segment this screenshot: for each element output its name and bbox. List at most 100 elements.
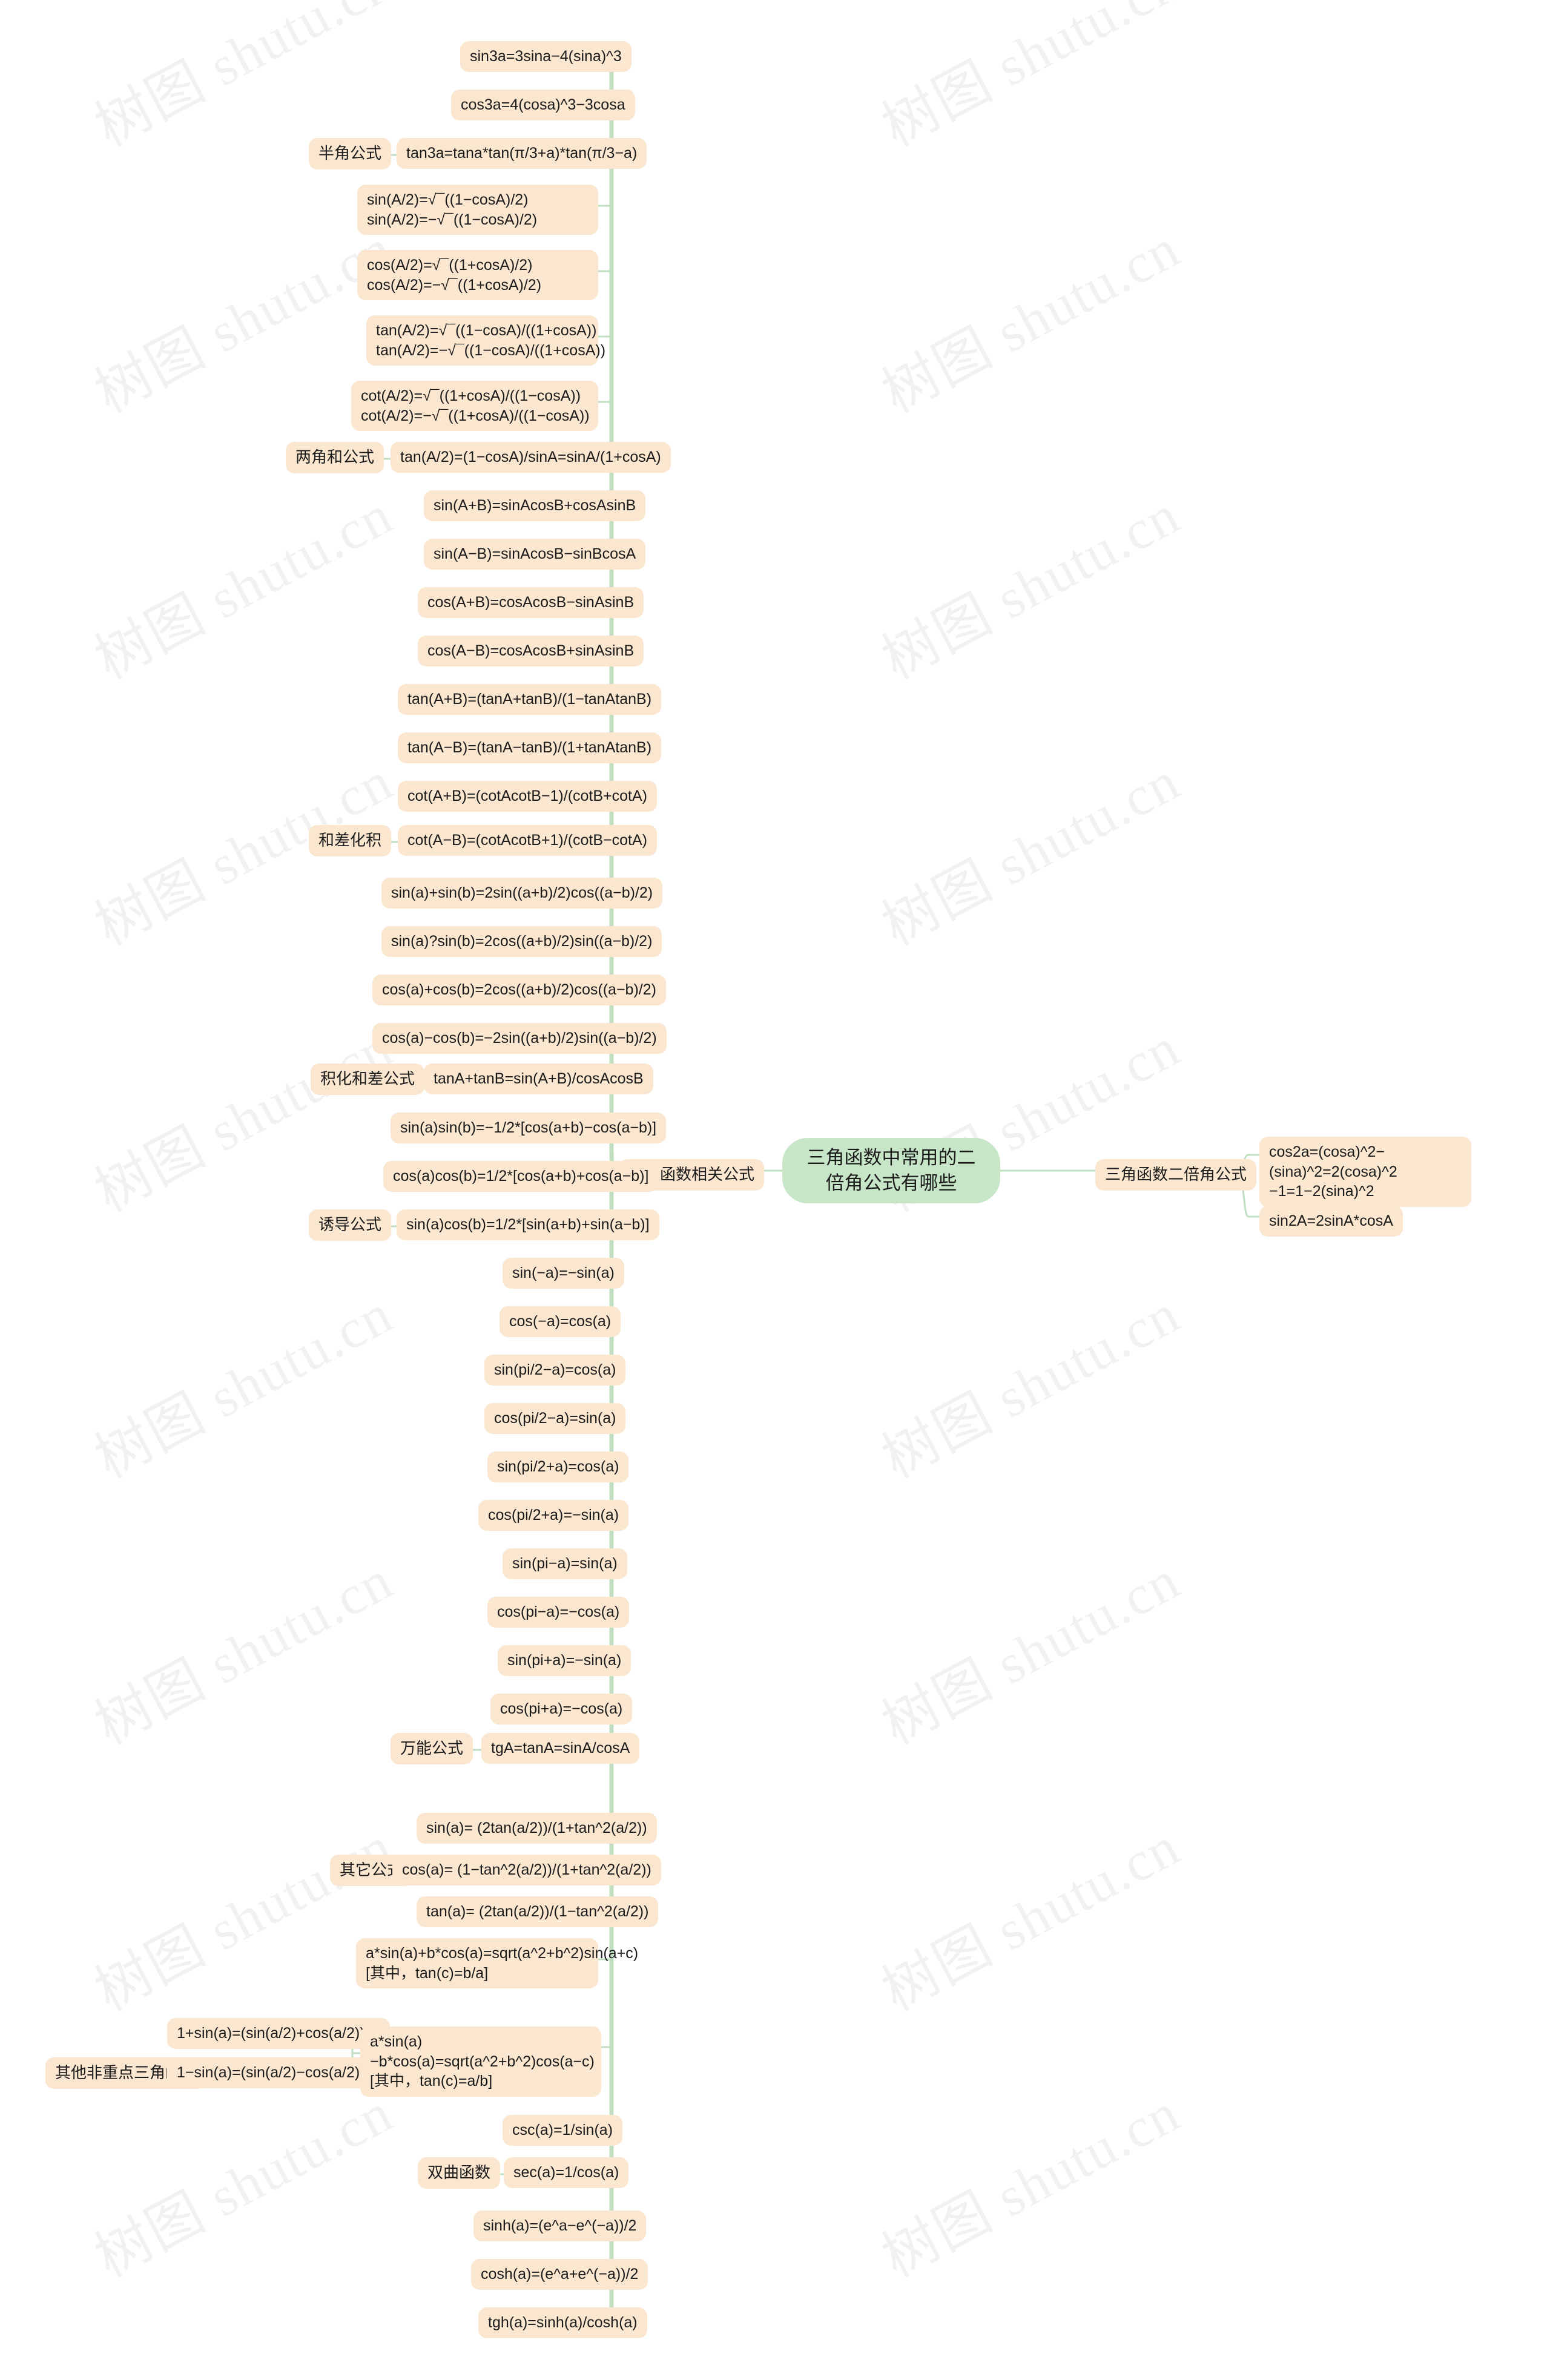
category-sum-angle[interactable]: 两角和公式 bbox=[286, 442, 384, 473]
formula-node[interactable]: csc(a)=1/sin(a) bbox=[503, 2115, 623, 2146]
formula-node[interactable]: sin(pi+a)=−sin(a) bbox=[498, 1645, 632, 1676]
formula-node[interactable]: a*sin(a)−b*cos(a)=sqrt(a^2+b^2)cos(a−c) … bbox=[360, 2027, 601, 2097]
formula-text: sin(a)+sin(b)=2sin((a+b)/2)cos((a−b)/2) bbox=[391, 884, 653, 901]
category-label: 两角和公式 bbox=[295, 448, 375, 466]
category-product-to-sum[interactable]: 积化和差公式 bbox=[311, 1063, 425, 1095]
formula-text: cot(A/2)=√¯((1+cosA)/((1−cosA)) cot(A/2)… bbox=[361, 387, 590, 424]
formula-node[interactable]: sin(−a)=−sin(a) bbox=[503, 1258, 624, 1289]
formula-node[interactable]: cos(A−B)=cosAcosB+sinAsinB bbox=[418, 636, 644, 666]
formula-node[interactable]: cos(A+B)=cosAcosB−sinAsinB bbox=[418, 587, 644, 618]
category-universal[interactable]: 万能公式 bbox=[391, 1733, 473, 1764]
formula-node[interactable]: sin(pi/2+a)=cos(a) bbox=[487, 1451, 629, 1482]
formula-text: cos2a=(cosa)^2−(sina)^2=2(cosa)^2 −1=1−2… bbox=[1269, 1143, 1397, 1200]
formula-node[interactable]: sin(pi/2−a)=cos(a) bbox=[484, 1355, 626, 1386]
formula-node[interactable]: sin(a)+sin(b)=2sin((a+b)/2)cos((a−b)/2) bbox=[381, 878, 663, 909]
formula-text: sin(pi/2−a)=cos(a) bbox=[494, 1361, 616, 1378]
formula-node[interactable]: tan(A/2)=√¯((1−cosA)/((1+cosA)) tan(A/2)… bbox=[366, 315, 605, 366]
formula-node[interactable]: cos(pi−a)=−cos(a) bbox=[487, 1597, 630, 1628]
formula-text: cos(pi−a)=−cos(a) bbox=[497, 1603, 620, 1620]
formula-text: tan(A/2)=√¯((1−cosA)/((1+cosA)) tan(A/2)… bbox=[376, 322, 606, 359]
formula-text: tan(A+B)=(tanA+tanB)/(1−tanAtanB) bbox=[407, 691, 652, 708]
formula-node[interactable]: cos(pi/2+a)=−sin(a) bbox=[478, 1500, 629, 1531]
formula-node[interactable]: tanA+tanB=sin(A+B)/cosAcosB bbox=[424, 1063, 653, 1094]
formula-node[interactable]: cos(pi/2−a)=sin(a) bbox=[484, 1403, 626, 1434]
formula-text: tan3a=tana*tan(π/3+a)*tan(π/3−a) bbox=[406, 145, 638, 162]
formula-node[interactable]: cos(a)+cos(b)=2cos((a+b)/2)cos((a−b)/2) bbox=[372, 975, 666, 1005]
category-sum-to-product[interactable]: 和差化积 bbox=[309, 825, 392, 856]
formula-text: tgA=tanA=sinA/cosA bbox=[491, 1740, 630, 1757]
formula-node[interactable]: sin(A+B)=sinAcosB+cosAsinB bbox=[424, 490, 646, 521]
formula-text: cos(A−B)=cosAcosB+sinAsinB bbox=[427, 642, 635, 659]
formula-node[interactable]: cosh(a)=(e^a+e^(−a))/2 bbox=[471, 2259, 648, 2290]
formula-text: sin(pi/2+a)=cos(a) bbox=[497, 1458, 619, 1475]
formula-text: tgh(a)=sinh(a)/cosh(a) bbox=[488, 2314, 638, 2331]
formula-node[interactable]: cos(pi+a)=−cos(a) bbox=[490, 1694, 633, 1724]
formula-text: sin(a)?sin(b)=2cos((a+b)/2)sin((a−b)/2) bbox=[391, 933, 653, 950]
formula-node[interactable]: cot(A−B)=(cotAcotB+1)/(cotB−cotA) bbox=[398, 825, 657, 856]
formula-text: sin2A=2sinA*cosA bbox=[1269, 1212, 1393, 1229]
category-label: 积化和差公式 bbox=[320, 1070, 415, 1088]
formula-text: sin(pi−a)=sin(a) bbox=[512, 1555, 618, 1572]
root-node[interactable]: 三角函数中常用的二倍角公式有哪些 bbox=[782, 1138, 1000, 1203]
formula-node[interactable]: sin(A−B)=sinAcosB−sinBcosA bbox=[424, 539, 646, 570]
formula-text: sin(A−B)=sinAcosB−sinBcosA bbox=[434, 545, 636, 562]
category-half-angle[interactable]: 半角公式 bbox=[309, 138, 392, 169]
formula-text: tan(A/2)=(1−cosA)/sinA=sinA/(1+cosA) bbox=[400, 449, 661, 465]
category-hyperbolic[interactable]: 双曲函数 bbox=[418, 2157, 501, 2189]
formula-node[interactable]: sin(A/2)=√¯((1−cosA)/2) sin(A/2)=−√¯((1−… bbox=[357, 185, 598, 235]
formula-node[interactable]: cos(a)cos(b)=1/2*[cos(a+b)+cos(a−b)] bbox=[383, 1161, 659, 1192]
formula-node[interactable]: cos3a=4(cosa)^3−3cosa bbox=[451, 90, 635, 120]
formula-node[interactable]: sin3a=3sina−4(sina)^3 bbox=[460, 41, 632, 72]
formula-node[interactable]: cos(a)= (1−tan^2(a/2))/(1+tan^2(a/2)) bbox=[392, 1855, 661, 1885]
category-label: 诱导公式 bbox=[318, 1215, 382, 1234]
formula-text: cos(a)+cos(b)=2cos((a+b)/2)cos((a−b)/2) bbox=[382, 981, 656, 998]
formula-text: sin(a)sin(b)=−1/2*[cos(a+b)−cos(a−b)] bbox=[400, 1119, 657, 1136]
formula-text: 1−sin(a)=(sin(a/2)−cos(a/2))^2 bbox=[177, 2064, 381, 2081]
formula-node[interactable]: a*sin(a)+b*cos(a)=sqrt(a^2+b^2)sin(a+c) … bbox=[356, 1938, 638, 1988]
formula-text: cos3a=4(cosa)^3−3cosa bbox=[461, 96, 625, 113]
category-label: 半角公式 bbox=[318, 144, 382, 162]
formula-node[interactable]: tan(A−B)=(tanA−tanB)/(1+tanAtanB) bbox=[398, 732, 662, 763]
formula-text: cosh(a)=(e^a+e^(−a))/2 bbox=[481, 2266, 639, 2283]
category-label: 万能公式 bbox=[400, 1739, 464, 1757]
category-label: 和差化积 bbox=[318, 831, 382, 849]
formula-text: sin(A/2)=√¯((1−cosA)/2) sin(A/2)=−√¯((1−… bbox=[367, 191, 538, 228]
formula-text: sin(pi+a)=−sin(a) bbox=[507, 1652, 622, 1669]
formula-text: cos(A/2)=√¯((1+cosA)/2) cos(A/2)=−√¯((1+… bbox=[367, 257, 542, 294]
category-induction[interactable]: 诱导公式 bbox=[309, 1209, 392, 1241]
formula-node[interactable]: tan(A/2)=(1−cosA)/sinA=sinA/(1+cosA) bbox=[391, 442, 671, 473]
formula-text: sinh(a)=(e^a−e^(−a))/2 bbox=[483, 2217, 637, 2234]
formula-node[interactable]: cos(A/2)=√¯((1+cosA)/2) cos(A/2)=−√¯((1+… bbox=[357, 250, 598, 300]
formula-text: sec(a)=1/cos(a) bbox=[513, 2164, 619, 2181]
formula-node-sin2A[interactable]: sin2A=2sinA*cosA bbox=[1259, 1206, 1403, 1237]
formula-text: sin(−a)=−sin(a) bbox=[512, 1264, 615, 1281]
formula-node[interactable]: 1+sin(a)=(sin(a/2)+cos(a/2))^2 bbox=[167, 2018, 391, 2049]
formula-node[interactable]: tan(A+B)=(tanA+tanB)/(1−tanAtanB) bbox=[398, 684, 662, 715]
formula-text: cos(A+B)=cosAcosB−sinAsinB bbox=[427, 594, 635, 611]
formula-text: cot(A+B)=(cotAcotB−1)/(cotB+cotA) bbox=[407, 787, 647, 804]
formula-text: sin3a=3sina−4(sina)^3 bbox=[470, 48, 622, 65]
formula-node[interactable]: sin(pi−a)=sin(a) bbox=[503, 1548, 627, 1579]
formula-node-cos2a[interactable]: cos2a=(cosa)^2−(sina)^2=2(cosa)^2 −1=1−2… bbox=[1259, 1137, 1471, 1207]
formula-node[interactable]: cos(−a)=cos(a) bbox=[500, 1306, 621, 1337]
formula-node[interactable]: sec(a)=1/cos(a) bbox=[504, 2157, 629, 2188]
formula-node[interactable]: tgh(a)=sinh(a)/cosh(a) bbox=[478, 2307, 647, 2338]
formula-text: a*sin(a)+b*cos(a)=sqrt(a^2+b^2)sin(a+c) … bbox=[366, 1945, 639, 1982]
formula-node[interactable]: tgA=tanA=sinA/cosA bbox=[481, 1733, 640, 1764]
formula-node[interactable]: sin(a)cos(b)=1/2*[sin(a+b)+sin(a−b)] bbox=[397, 1209, 659, 1240]
formula-node[interactable]: sin(a)sin(b)=−1/2*[cos(a+b)−cos(a−b)] bbox=[391, 1113, 667, 1143]
formula-node[interactable]: sinh(a)=(e^a−e^(−a))/2 bbox=[473, 2211, 647, 2241]
formula-text: csc(a)=1/sin(a) bbox=[512, 2122, 613, 2138]
branch-right[interactable]: 三角函数二倍角公式 bbox=[1095, 1159, 1257, 1191]
formula-node[interactable]: 1−sin(a)=(sin(a/2)−cos(a/2))^2 bbox=[167, 2057, 391, 2088]
root-label: 三角函数中常用的二倍角公式有哪些 bbox=[806, 1146, 976, 1194]
formula-node[interactable]: tan3a=tana*tan(π/3+a)*tan(π/3−a) bbox=[397, 138, 647, 169]
formula-node[interactable]: tan(a)= (2tan(a/2))/(1−tan^2(a/2)) bbox=[417, 1896, 659, 1927]
formula-node[interactable]: cos(a)−cos(b)=−2sin((a+b)/2)sin((a−b)/2) bbox=[372, 1023, 667, 1054]
category-label: 双曲函数 bbox=[427, 2163, 491, 2181]
formula-text: cos(a)cos(b)=1/2*[cos(a+b)+cos(a−b)] bbox=[393, 1168, 649, 1185]
formula-node[interactable]: cot(A+B)=(cotAcotB−1)/(cotB+cotA) bbox=[398, 781, 657, 812]
formula-node[interactable]: sin(a)= (2tan(a/2))/(1+tan^2(a/2)) bbox=[417, 1813, 657, 1844]
formula-node[interactable]: sin(a)?sin(b)=2cos((a+b)/2)sin((a−b)/2) bbox=[381, 926, 662, 957]
formula-node[interactable]: cot(A/2)=√¯((1+cosA)/((1−cosA)) cot(A/2)… bbox=[351, 381, 598, 431]
